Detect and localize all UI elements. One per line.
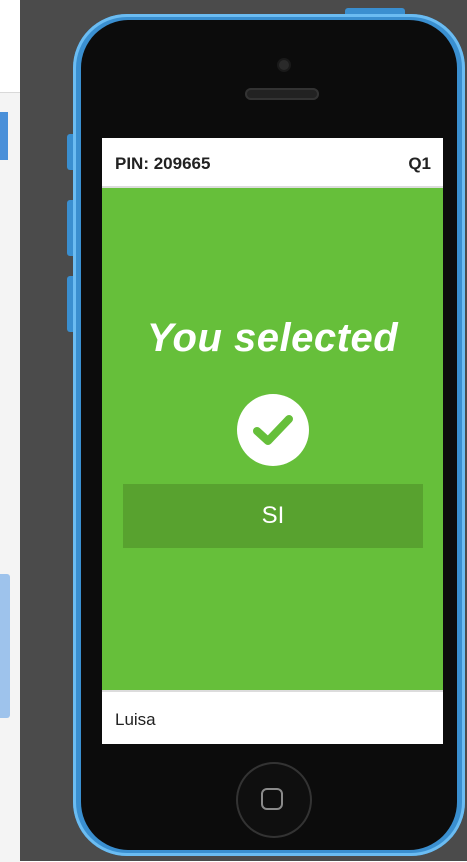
- left-panel-top: [0, 0, 20, 92]
- result-panel: You selected SI: [102, 188, 443, 690]
- phone-screen: PIN: 209665 Q1 You selected SI Luisa: [102, 138, 443, 744]
- left-panel: [0, 92, 20, 862]
- player-footer: Luisa: [102, 690, 443, 744]
- mute-switch: [67, 134, 73, 170]
- player-name: Luisa: [115, 710, 156, 729]
- speaker-grille: [245, 88, 319, 100]
- volume-down-button: [67, 276, 73, 332]
- selected-answer: SI: [123, 484, 423, 548]
- home-button[interactable]: [236, 762, 312, 838]
- question-number: Q1: [408, 154, 431, 173]
- game-header: PIN: 209665 Q1: [102, 138, 443, 188]
- check-icon: [237, 394, 309, 466]
- power-button: [345, 8, 405, 14]
- left-panel-accent: [0, 112, 8, 160]
- volume-up-button: [67, 200, 73, 256]
- camera-icon: [279, 60, 289, 70]
- selection-message: You selected: [146, 316, 399, 360]
- home-square-icon: [261, 788, 283, 810]
- left-panel-button[interactable]: [0, 574, 10, 718]
- game-pin: PIN: 209665: [115, 154, 211, 173]
